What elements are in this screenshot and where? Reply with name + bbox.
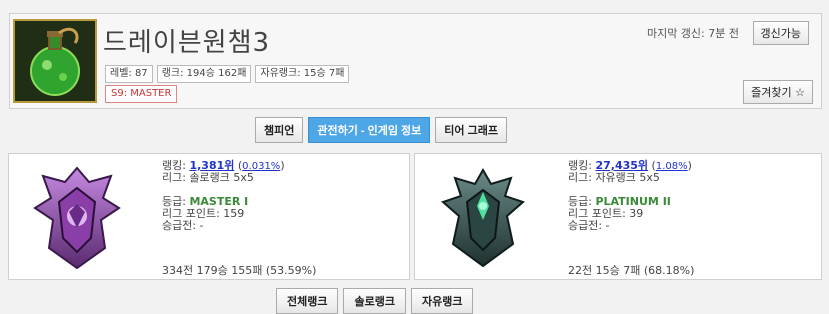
flex-league: 리그: 자유랭크 5x5	[568, 171, 660, 184]
refresh-button[interactable]: 갱신가능	[752, 21, 809, 45]
tab-champion[interactable]: 챔피언	[255, 117, 304, 143]
flex-record: 22전 15승 7패 (68.18%)	[568, 264, 695, 277]
solo-rank-info: 랭킹: 1,381위 (0.031%) 리그: 솔로랭크 5x5 등급: MAS…	[162, 159, 285, 232]
rank-record-badge: 랭크: 194승 162패	[156, 65, 252, 83]
solo-rank-panel: 랭킹: 1,381위 (0.031%) 리그: 솔로랭크 5x5 등급: MAS…	[8, 153, 410, 280]
flex-rank-info: 랭킹: 27,435위 (1.08%) 리그: 자유랭크 5x5 등급: PLA…	[568, 159, 692, 232]
profile-icon	[13, 19, 97, 103]
tab-all-rank[interactable]: 전체랭크	[276, 288, 339, 314]
solo-record: 334전 179승 155패 (53.59%)	[162, 264, 317, 277]
tab-solo-rank[interactable]: 솔로랭크	[343, 288, 406, 314]
flex-record-badge: 자유랭크: 15승 7패	[255, 65, 350, 83]
platinum-emblem-icon	[441, 167, 525, 268]
summoner-name: 드레이븐원챔3	[103, 28, 271, 58]
favorite-button[interactable]: 즐겨찾기 ☆	[743, 80, 813, 104]
flex-promotion: 승급전: -	[568, 219, 610, 232]
season-tier-badge: S9: MASTER	[105, 85, 178, 103]
tab-tier-graph[interactable]: 티어 그래프	[435, 117, 507, 143]
master-emblem-icon	[33, 166, 121, 270]
tab-spectate[interactable]: 관전하기 - 인게임 정보	[308, 117, 431, 143]
level-badge: 레벨: 87	[105, 65, 153, 83]
tab-flex-rank[interactable]: 자유랭크	[410, 288, 474, 314]
solo-promotion: 승급전: -	[162, 219, 204, 232]
summoner-stats: 레벨: 87 랭크: 194승 162패 자유랭크: 15승 7패	[105, 65, 350, 83]
solo-league: 리그: 솔로랭크 5x5	[162, 171, 254, 184]
profile-tabs: 챔피언 관전하기 - 인게임 정보 티어 그래프	[255, 117, 507, 143]
last-update-text: 마지막 갱신: 7분 전	[646, 27, 739, 40]
summoner-header: 드레이븐원챔3 레벨: 87 랭크: 194승 162패 자유랭크: 15승 7…	[9, 13, 822, 109]
flex-ranking-percent[interactable]: 1.08%	[656, 161, 688, 172]
flex-rank-panel: 랭킹: 27,435위 (1.08%) 리그: 자유랭크 5x5 등급: PLA…	[414, 153, 822, 280]
ranking-tabs: 전체랭크 솔로랭크 자유랭크	[276, 288, 474, 314]
